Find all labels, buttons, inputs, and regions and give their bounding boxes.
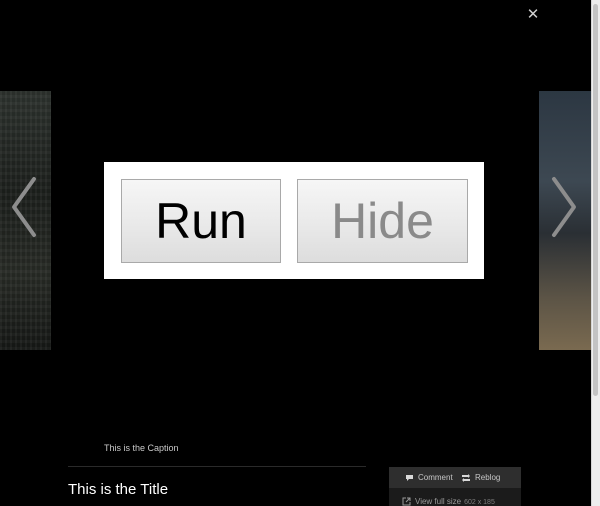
- previous-photo-button[interactable]: [8, 175, 38, 239]
- next-photo-button[interactable]: [550, 175, 580, 239]
- comment-button[interactable]: Comment: [405, 471, 453, 485]
- reblog-button[interactable]: Reblog: [461, 471, 500, 485]
- comment-icon: [406, 474, 413, 481]
- post-actions-bar: Comment Reblog: [389, 467, 521, 488]
- reblog-label: Reblog: [475, 473, 501, 482]
- close-icon: ✕: [526, 6, 540, 23]
- chevron-right-icon: [552, 177, 576, 237]
- post-title: This is the Title: [68, 481, 169, 498]
- external-link-icon: [402, 497, 411, 506]
- close-lightbox-button[interactable]: ✕: [524, 5, 542, 25]
- hide-button[interactable]: Hide: [297, 179, 468, 263]
- view-full-size-link[interactable]: View full size 602 x 185: [402, 495, 495, 506]
- post-actions-panel: Comment Reblog View full size 602 x 185: [389, 467, 521, 506]
- post-caption: This is the Caption: [104, 443, 179, 453]
- reblog-icon: [462, 473, 470, 482]
- dialog-panel: Run Hide: [104, 162, 484, 279]
- comment-label: Comment: [418, 473, 453, 482]
- view-full-size-label: View full size: [415, 497, 462, 506]
- chevron-left-icon: [12, 177, 36, 237]
- full-size-dimensions: 602 x 185: [464, 499, 495, 506]
- scrollbar-thumb[interactable]: [593, 4, 598, 396]
- run-button[interactable]: Run: [121, 179, 281, 263]
- caption-divider: [68, 466, 366, 467]
